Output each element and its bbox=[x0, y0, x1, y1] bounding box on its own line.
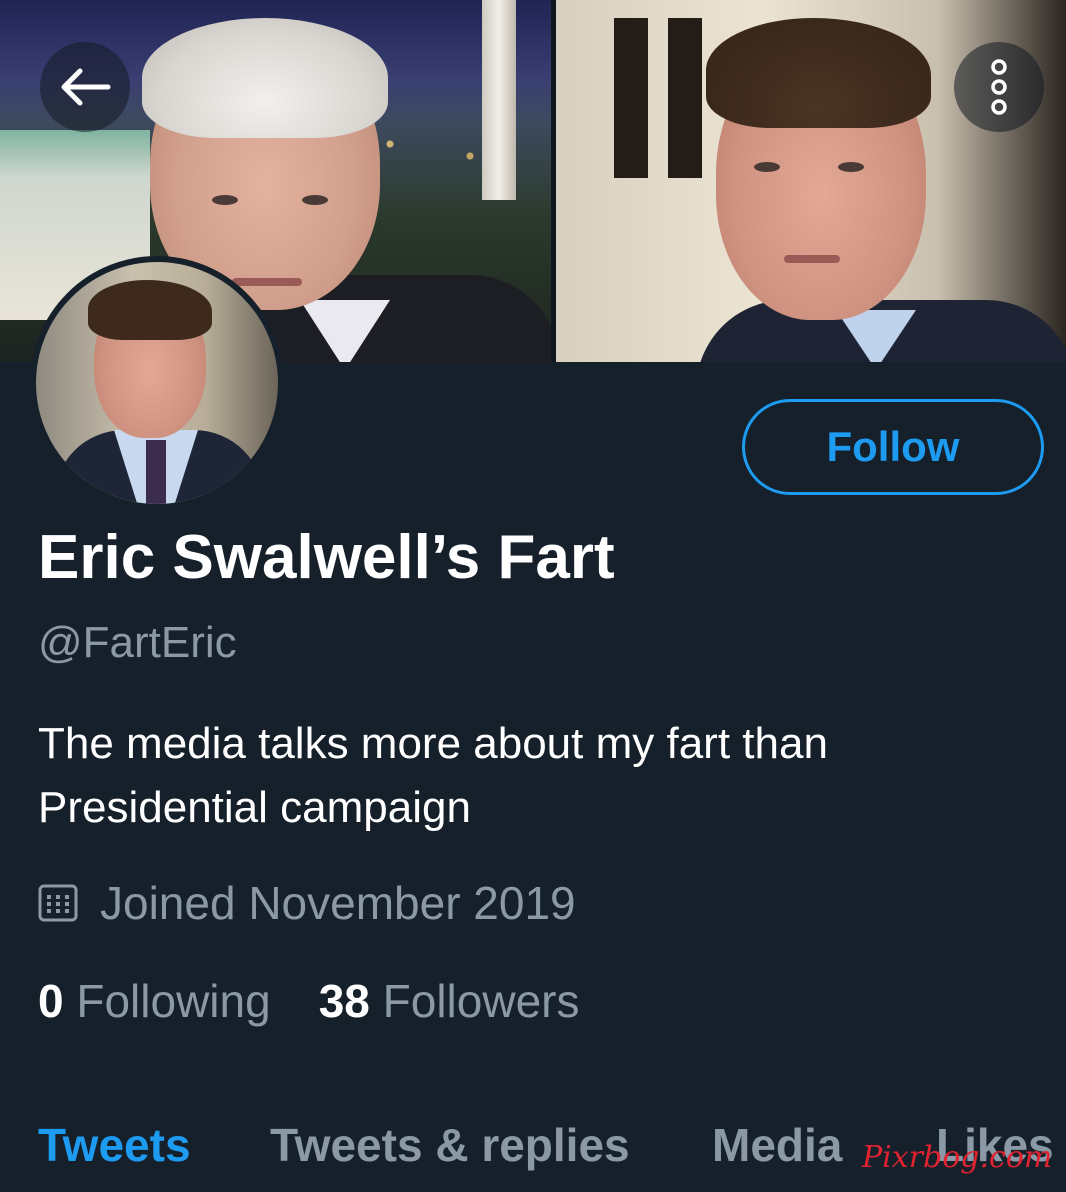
profile-bio: The media talks more about my fart than … bbox=[38, 719, 828, 832]
followers-label: Followers bbox=[382, 975, 580, 1027]
following-link[interactable]: 0 Following bbox=[38, 974, 271, 1028]
more-vertical-icon bbox=[991, 59, 1007, 115]
arrow-left-icon bbox=[61, 68, 111, 106]
joined-text: Joined November 2019 bbox=[100, 877, 576, 929]
follow-stats: 0 Following 38 Followers bbox=[38, 974, 579, 1028]
following-label: Following bbox=[76, 975, 271, 1027]
followers-link[interactable]: 38 Followers bbox=[319, 974, 580, 1028]
more-options-button[interactable] bbox=[954, 42, 1044, 132]
follow-button[interactable]: Follow bbox=[742, 399, 1044, 495]
calendar-icon bbox=[38, 884, 78, 922]
watermark: Pixrbog.com bbox=[862, 1140, 1053, 1175]
user-handle: @FartEric bbox=[38, 618, 237, 667]
followers-count: 38 bbox=[318, 975, 370, 1027]
following-count: 0 bbox=[38, 975, 64, 1027]
joined-date: Joined November 2019 bbox=[38, 876, 576, 930]
display-name: Eric Swalwell’s Fart bbox=[38, 523, 615, 592]
tab-tweets-replies[interactable]: Tweets & replies bbox=[270, 1118, 630, 1172]
tab-tweets[interactable]: Tweets bbox=[38, 1118, 191, 1172]
avatar[interactable] bbox=[30, 256, 284, 510]
back-button[interactable] bbox=[40, 42, 130, 132]
tab-media[interactable]: Media bbox=[712, 1118, 842, 1172]
